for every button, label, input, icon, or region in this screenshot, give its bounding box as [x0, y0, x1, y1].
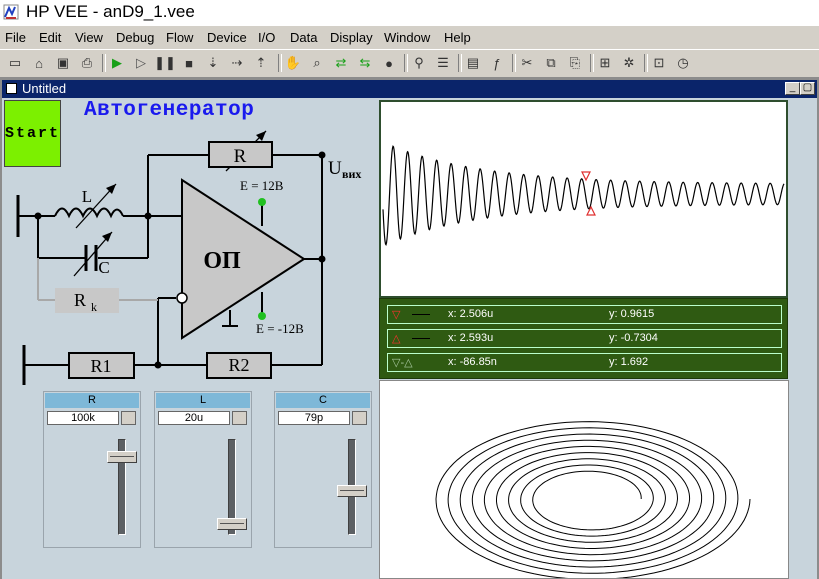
toolbar-separator [644, 54, 648, 72]
start-button[interactable]: Start [4, 100, 61, 167]
vminus-terminal [258, 312, 266, 320]
rk-label: R [74, 290, 86, 310]
menu-help[interactable]: Help [444, 30, 471, 45]
slider-c: C 79p [274, 391, 372, 548]
menu-window[interactable]: Window [384, 30, 430, 45]
slider-l: L 20u [154, 391, 252, 548]
slider-r-title: R [45, 393, 139, 408]
marker-readout-row: △ x: 2.593u y: -0.7304 [387, 329, 782, 348]
find-icon[interactable]: ⚲ [410, 54, 428, 72]
slider-c-value[interactable]: 79p [278, 411, 350, 425]
timer-icon[interactable]: ◷ [674, 54, 692, 72]
slider-c-title: C [276, 393, 370, 408]
marker-2-icon: △ [392, 333, 401, 345]
waveform-display[interactable] [379, 100, 788, 298]
line-probe-icon[interactable]: ⊞ [596, 54, 614, 72]
vplus-label: E = 12В [240, 178, 284, 193]
slider-r-spinner[interactable] [121, 411, 136, 425]
marker-readout-row: ▽ x: 2.506u y: 0.9615 [387, 305, 782, 324]
slider-c-thumb[interactable] [337, 485, 367, 497]
vminus-label: E = -12В [256, 321, 304, 336]
waveform-plot [382, 145, 785, 247]
marker-1-icon: ▽ [392, 309, 401, 321]
c-label: C [98, 258, 109, 277]
properties-icon[interactable]: ☰ [434, 54, 452, 72]
circuit-diagram: R L C R k ОП R1 R2 E = 12В E = -12В U ви… [16, 130, 361, 385]
marker-x-value: x: 2.506u [448, 308, 494, 320]
marker-line-swatch [412, 314, 430, 315]
paste-icon[interactable]: ⎘ [566, 54, 584, 72]
copy-icon[interactable]: ⧉ [542, 54, 560, 72]
delta-y-value: y: 1.692 [609, 356, 649, 368]
toolbar-separator [590, 54, 594, 72]
slider-l-spinner[interactable] [232, 411, 247, 425]
inverting-input [176, 292, 188, 304]
r2-label: R2 [228, 355, 249, 375]
marker-y-value: y: 0.9615 [609, 308, 655, 320]
marker-1[interactable] [581, 171, 591, 182]
toolbar-separator [512, 54, 516, 72]
output-subscript: вих [342, 167, 361, 181]
panel-icon[interactable]: ▤ [464, 54, 482, 72]
panel-heading: Автогенератор [84, 99, 255, 122]
slider-r-thumb[interactable] [107, 451, 137, 463]
slider-l-value[interactable]: 20u [158, 411, 230, 425]
rk-subscript: k [91, 300, 97, 314]
l-label: L [82, 187, 92, 206]
marker-readout-row: ▽-△ x: -86.85n y: 1.692 [387, 353, 782, 372]
slider-l-thumb[interactable] [217, 518, 247, 530]
minimize-button[interactable]: _ [785, 82, 800, 95]
slider-l-title: L [156, 393, 250, 408]
slider-c-spinner[interactable] [352, 411, 367, 425]
maximize-button[interactable]: ▢ [800, 82, 815, 95]
r1-label: R1 [90, 356, 111, 376]
function-icon[interactable]: ƒ [488, 54, 506, 72]
toolbar-separator [404, 54, 408, 72]
slider-r: R 100k [43, 391, 141, 548]
marker-readout-panel: ▽ x: 2.506u y: 0.9615 △ x: 2.593u y: -0.… [379, 298, 788, 379]
r-label: R [234, 146, 247, 167]
cut-icon[interactable]: ✂ [518, 54, 536, 72]
toolbar-separator [458, 54, 462, 72]
clean-up-icon[interactable]: ✲ [620, 54, 638, 72]
capacitor-tuning-arrow [102, 232, 112, 242]
xy-plot [435, 421, 751, 578]
marker-line-swatch [412, 338, 430, 339]
rk-resistor [55, 288, 119, 313]
waveform-trace [382, 145, 785, 247]
marker-y-value: y: -0.7304 [609, 332, 658, 344]
delta-x-value: x: -86.85n [448, 356, 497, 368]
vplus-terminal [258, 198, 266, 206]
marker-x-value: x: 2.593u [448, 332, 494, 344]
opamp-label: ОП [203, 248, 241, 274]
xy-trace [435, 421, 751, 578]
op-amp [181, 178, 306, 340]
delta-marker-icon: ▽-△ [392, 357, 413, 369]
xy-display[interactable] [379, 380, 789, 579]
slider-r-value[interactable]: 100k [47, 411, 119, 425]
output-label: U [328, 158, 342, 179]
panel-view-icon[interactable]: ⊡ [650, 54, 668, 72]
breakpoint-icon[interactable]: ● [380, 54, 398, 72]
